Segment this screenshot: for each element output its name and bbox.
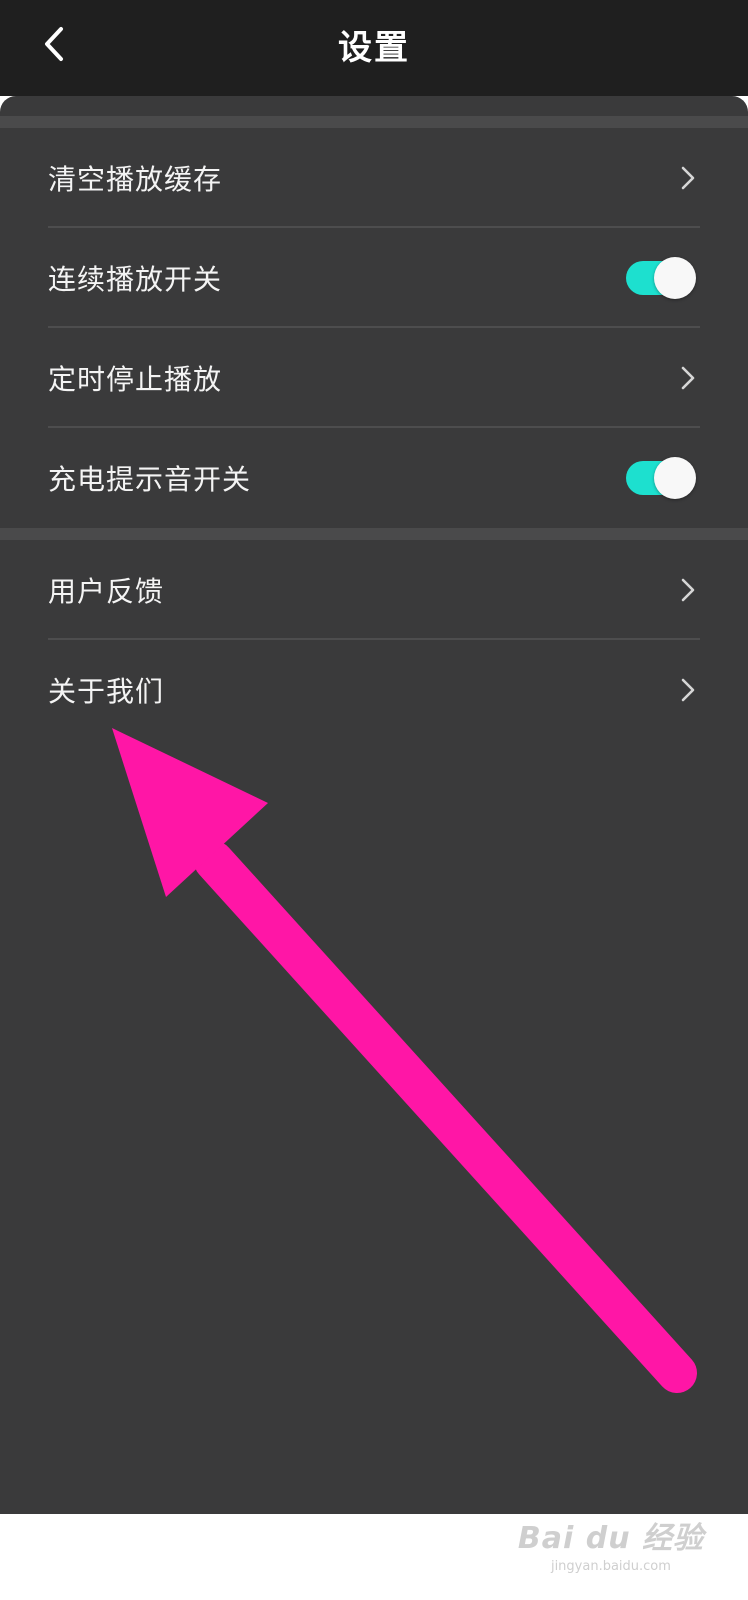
charging-sound-toggle[interactable] <box>626 457 696 499</box>
continuous-play-toggle[interactable] <box>626 257 696 299</box>
toggle-knob <box>654 257 696 299</box>
watermark-logo: Bai du 经验 <box>517 1521 704 1556</box>
top-bar: 设置 <box>0 0 748 96</box>
continuous-play-label: 连续播放开关 <box>48 263 223 296</box>
chevron-right-icon <box>681 366 695 390</box>
toggle-knob <box>654 457 696 499</box>
feedback-row[interactable]: 用户反馈 <box>0 540 748 640</box>
continuous-play-row: 连续播放开关 <box>0 228 748 328</box>
baidu-jingyan-watermark: Bai du 经验 jingyan.baidu.com <box>518 1513 704 1574</box>
section-separator <box>0 528 748 540</box>
clear-cache-row[interactable]: 清空播放缓存 <box>0 128 748 228</box>
chevron-right-icon <box>681 578 695 602</box>
section-separator <box>0 116 748 128</box>
about-us-row[interactable]: 关于我们 <box>0 640 748 740</box>
charging-sound-label: 充电提示音开关 <box>48 463 252 496</box>
charging-sound-row: 充电提示音开关 <box>0 428 748 528</box>
settings-panel: 清空播放缓存 连续播放开关 定时停止播放 充电提示音开关 用户反馈 关于我们 <box>0 96 748 1514</box>
chevron-right-icon <box>681 678 695 702</box>
chevron-right-icon <box>681 166 695 190</box>
watermark-url: jingyan.baidu.com <box>550 1559 671 1574</box>
sleep-timer-label: 定时停止播放 <box>48 363 223 396</box>
about-us-label: 关于我们 <box>48 675 165 708</box>
page-title: 设置 <box>338 28 410 68</box>
clear-cache-label: 清空播放缓存 <box>48 163 223 196</box>
sleep-timer-row[interactable]: 定时停止播放 <box>0 328 748 428</box>
feedback-label: 用户反馈 <box>48 575 165 608</box>
